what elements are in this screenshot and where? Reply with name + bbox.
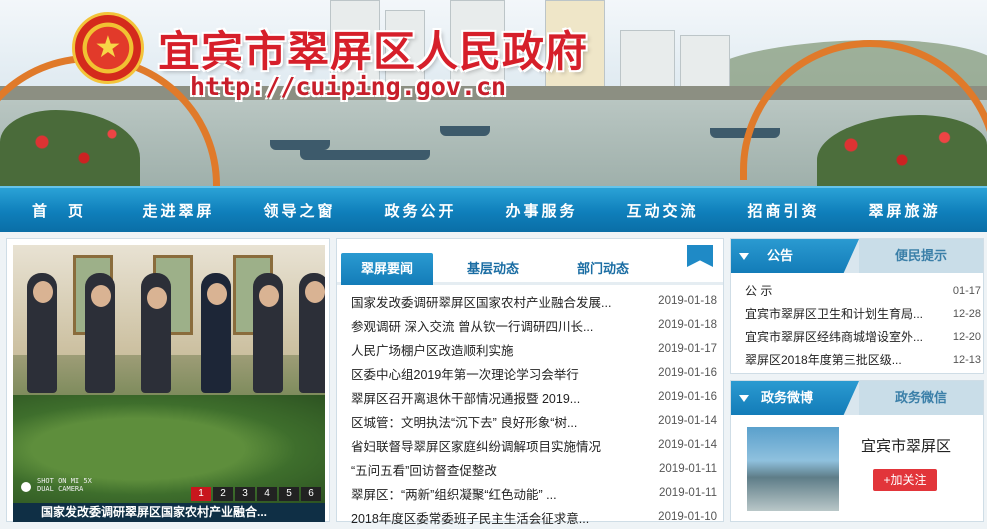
notice-item-date: 12-13 (952, 353, 981, 366)
notice-item-date: 12-20 (952, 330, 981, 343)
slide-page-button[interactable]: 5 (279, 487, 299, 501)
news-item-date: 2019-01-18 (658, 295, 717, 307)
news-item-title: “五问五看”回访督查促整改 (351, 463, 497, 478)
news-tabs: 翠屏要闻 基层动态 部门动态 (337, 245, 723, 285)
site-title: 宜宾市翠屏区人民政府 (158, 27, 589, 76)
news-item-date: 2019-01-17 (658, 343, 717, 355)
news-item[interactable]: 翠屏区：“两新”组织凝聚“红色动能” ... 2019-01-11 (351, 481, 717, 505)
tab-weibo-label: 政务微博 (761, 390, 814, 405)
news-item-title: 省妇联督导翠屏区家庭纠纷调解项目实施情况 (351, 439, 602, 454)
notice-item-title: 翠屏区2018年度第三批区级... (745, 353, 902, 367)
slide-page-button[interactable]: 4 (257, 487, 277, 501)
news-item-date: 2019-01-11 (659, 463, 717, 475)
news-item-date: 2019-01-11 (659, 487, 717, 499)
banner-boat (440, 126, 490, 136)
weibo-account-name[interactable]: 宜宾市翠屏区 (861, 435, 951, 456)
news-item[interactable]: 翠屏区召开离退休干部情况通报暨 2019... 2019-01-16 (351, 385, 717, 409)
tab-department-news[interactable]: 部门动态 (577, 253, 629, 285)
tab-cuiping-news[interactable]: 翠屏要闻 (341, 253, 434, 285)
news-item-date: 2019-01-14 (658, 439, 717, 451)
bookmark-ribbon-icon (687, 245, 713, 267)
tab-announcement[interactable]: 公告 (731, 239, 859, 273)
notice-item-date: 01-17 (952, 284, 981, 297)
news-item-date: 2019-01-16 (658, 367, 717, 379)
weibo-avatar[interactable] (747, 427, 839, 511)
news-item-date: 2019-01-10 (658, 511, 717, 523)
notice-item[interactable]: 翠屏区2018年度第三批区级... 12-13 (745, 348, 981, 371)
news-item[interactable]: 区委中心组2019年第一次理论学习会举行 2019-01-16 (351, 361, 717, 385)
banner-boat (270, 140, 330, 150)
notice-item[interactable]: 宜宾市翠屏区卫生和计划生育局... 12-28 (745, 302, 981, 325)
news-item-title: 翠屏区：“两新”组织凝聚“红色动能” ... (351, 487, 557, 502)
photo-person-head (207, 283, 227, 305)
news-item-date: 2019-01-14 (658, 415, 717, 427)
notice-panel: 公告 便民提示 公 示 01-17 宜宾市翠屏区卫生和计划生育局... 12-28 … (730, 238, 984, 374)
slideshow-caption[interactable]: 国家发改委调研翠屏区国家农村产业融合... (13, 503, 325, 522)
slide-page-button[interactable]: 1 (191, 487, 211, 501)
slide-page-button[interactable]: 3 (235, 487, 255, 501)
news-item[interactable]: 省妇联督导翠屏区家庭纠纷调解项目实施情况 2019-01-14 (351, 433, 717, 457)
banner-boat (300, 150, 430, 160)
news-item-title: 国家发改委调研翠屏区国家农村产业融合发展... (351, 295, 612, 310)
news-panel: 翠屏要闻 基层动态 部门动态 国家发改委调研翠屏区国家农村产业融合发展... 20… (336, 238, 724, 526)
main-nav: 首 页 走进翠屏 领导之窗 政务公开 办事服务 互动交流 招商引资 翠屏旅游 (0, 186, 987, 232)
nav-item-home[interactable]: 首 页 (0, 188, 118, 232)
tab-convenience-tips[interactable]: 便民提示 (859, 239, 983, 273)
photo-person-head (33, 281, 53, 303)
notice-list: 公 示 01-17 宜宾市翠屏区卫生和计划生育局... 12-28 宜宾市翠屏区经纬… (745, 279, 981, 371)
photo-person-head (259, 285, 279, 307)
news-item-date: 2019-01-16 (658, 391, 717, 403)
photo-person-head (305, 281, 325, 303)
news-item[interactable]: 区城管：文明执法“沉下去” 良好形象“树... 2019-01-14 (351, 409, 717, 433)
news-list: 国家发改委调研翠屏区国家农村产业融合发展... 2019-01-18 参观调研 深… (351, 289, 717, 529)
social-tabs: 政务微博 政务微信 (731, 381, 983, 415)
news-item-date: 2019-01-18 (658, 319, 717, 331)
photo-person-head (147, 287, 167, 309)
photo-person-head (91, 285, 111, 307)
slide-page-button[interactable]: 6 (301, 487, 321, 501)
news-item[interactable]: 2018年度区委常委班子民主生活会征求意... 2019-01-10 (351, 505, 717, 529)
tab-announcement-label: 公告 (767, 248, 794, 263)
nav-item-investment[interactable]: 招商引资 (723, 188, 844, 232)
national-emblem-icon: ★ (72, 12, 144, 84)
news-item-title: 翠屏区召开离退休干部情况通报暨 2019... (351, 391, 581, 406)
slideshow-pager: 1 2 3 4 5 6 (191, 487, 321, 501)
nav-item-services[interactable]: 办事服务 (481, 188, 602, 232)
news-item-title: 区委中心组2019年第一次理论学习会举行 (351, 367, 579, 382)
news-item[interactable]: “五问五看”回访督查促整改 2019-01-11 (351, 457, 717, 481)
tab-grassroots-news[interactable]: 基层动态 (467, 253, 519, 285)
nav-item-gov-affairs[interactable]: 政务公开 (360, 188, 481, 232)
nav-item-about[interactable]: 走进翠屏 (118, 188, 239, 232)
news-item[interactable]: 国家发改委调研翠屏区国家农村产业融合发展... 2019-01-18 (351, 289, 717, 313)
nav-item-tourism[interactable]: 翠屏旅游 (844, 188, 965, 232)
nav-item-interaction[interactable]: 互动交流 (602, 188, 723, 232)
slideshow-image[interactable] (13, 245, 325, 503)
notice-item-date: 12-28 (952, 307, 981, 320)
news-item[interactable]: 人民广场棚户区改造顺利实施 2019-01-17 (351, 337, 717, 361)
notice-item-title: 公 示 (745, 284, 773, 298)
photo-slideshow: SHOT ON MI 5X DUAL CAMERA 1 2 3 4 5 6 国家… (6, 238, 330, 522)
nav-item-leaders[interactable]: 领导之窗 (239, 188, 360, 232)
notice-tabs: 公告 便民提示 (731, 239, 983, 273)
news-item-title: 2018年度区委常委班子民主生活会征求意... (351, 511, 590, 526)
news-item[interactable]: 参观调研 深入交流 曾从钦一行调研四川长... 2019-01-18 (351, 313, 717, 337)
notice-item[interactable]: 宜宾市翠屏区经纬商城增设室外... 12-20 (745, 325, 981, 348)
tab-wechat[interactable]: 政务微信 (859, 381, 983, 415)
news-item-title: 参观调研 深入交流 曾从钦一行调研四川长... (351, 319, 594, 334)
notice-item[interactable]: 公 示 01-17 (745, 279, 981, 302)
site-url: http://cuiping.gov.cn (190, 72, 507, 101)
news-item-title: 区城管：文明执法“沉下去” 良好形象“树... (351, 415, 578, 430)
weibo-panel: 政务微博 政务微信 宜宾市翠屏区 +加关注 (730, 380, 984, 522)
slide-indicator-dot (21, 482, 31, 492)
notice-item-title: 宜宾市翠屏区卫生和计划生育局... (745, 307, 924, 321)
camera-watermark: SHOT ON MI 5X DUAL CAMERA (37, 477, 92, 493)
news-item-title: 人民广场棚户区改造顺利实施 (351, 343, 514, 358)
tab-weibo[interactable]: 政务微博 (731, 381, 859, 415)
slide-page-button[interactable]: 2 (213, 487, 233, 501)
follow-button[interactable]: +加关注 (873, 469, 937, 491)
notice-item-title: 宜宾市翠屏区经纬商城增设室外... (745, 330, 924, 344)
site-banner: ★ 宜宾市翠屏区人民政府 http://cuiping.gov.cn (0, 0, 987, 186)
